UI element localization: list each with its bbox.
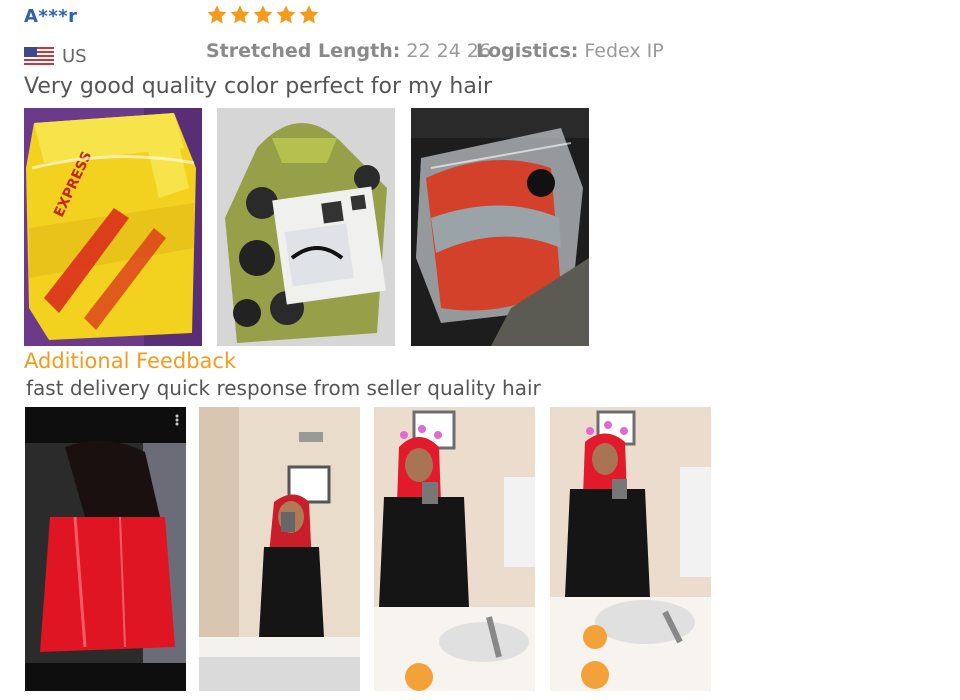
mesh-bag-photo[interactable] [217, 108, 395, 346]
additional-feedback-title: Additional Feedback [24, 349, 237, 373]
additional-feedback-text: fast delivery quick response from seller… [26, 376, 541, 400]
star-icon [253, 5, 273, 24]
hair-closeup-photo[interactable] [25, 407, 186, 691]
stretched-length-label: Stretched Length: [206, 40, 401, 62]
logistics-value: Fedex IP [584, 40, 664, 62]
mirror-selfie-photo[interactable] [199, 407, 360, 691]
logistics: Logistics: Fedex IP [476, 40, 664, 62]
review-text: Very good quality color perfect for my h… [24, 74, 493, 99]
star-icon [299, 5, 319, 24]
country-label: US [62, 46, 87, 67]
star-rating [206, 4, 320, 26]
star-icon [276, 5, 296, 24]
us-flag-icon [24, 47, 54, 65]
mirror-selfie-photo[interactable] [374, 407, 535, 691]
star-icon [230, 5, 250, 24]
dhl-package-photo[interactable]: EXPRESS [24, 108, 202, 346]
logistics-label: Logistics: [476, 40, 579, 62]
reviewer-name: A***r [24, 6, 78, 27]
stretched-length: Stretched Length: 22 24 26 [206, 40, 491, 62]
mirror-selfie-photo[interactable] [550, 407, 711, 691]
hair-bundle-photo[interactable] [411, 108, 589, 346]
star-icon [207, 5, 227, 24]
